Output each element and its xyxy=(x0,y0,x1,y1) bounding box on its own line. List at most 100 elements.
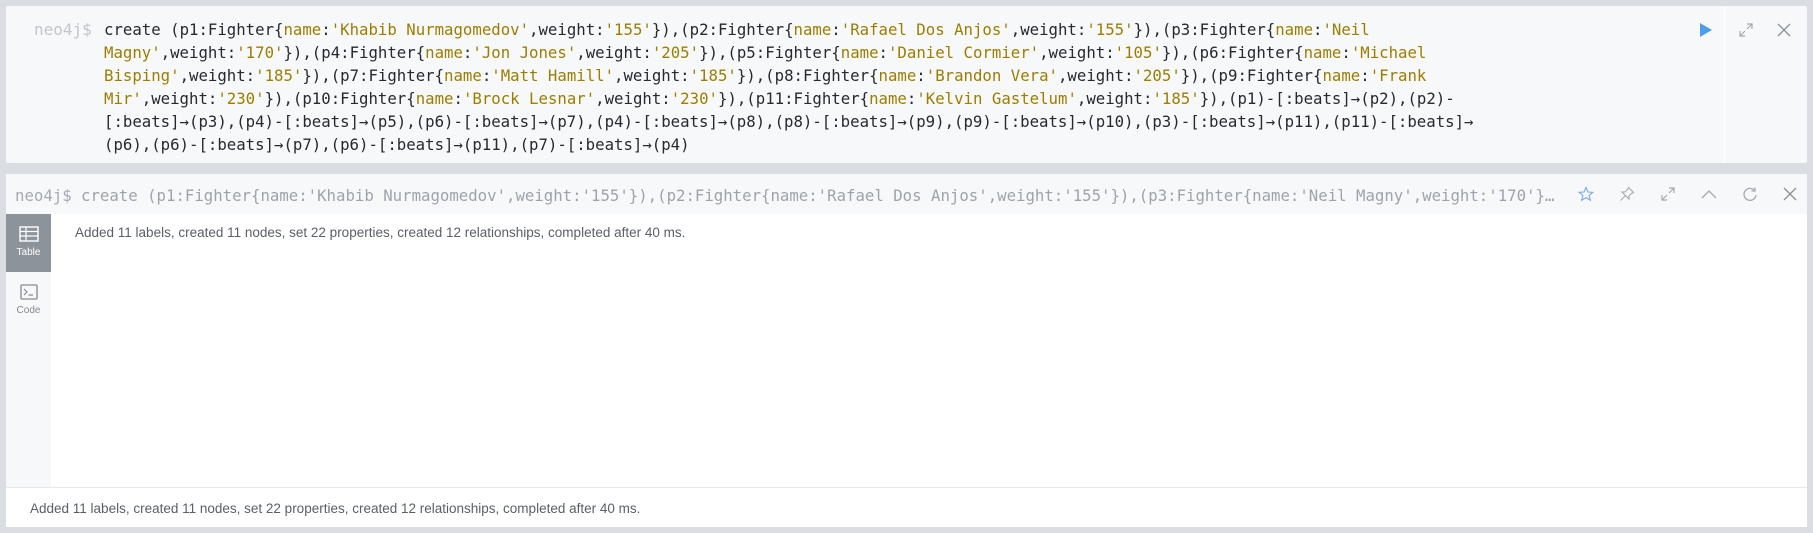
code-token: create xyxy=(104,20,171,39)
star-icon xyxy=(1578,186,1594,202)
code-token: : xyxy=(462,43,473,62)
code-token: '205' xyxy=(1133,66,1181,85)
code-token: [:beats]→(p3),(p4)-[:beats]→(p5),(p6)-[:… xyxy=(104,112,1474,131)
table-view-label: Table xyxy=(16,247,41,258)
code-token: ,weight: xyxy=(141,89,218,108)
code-token: name xyxy=(425,43,463,62)
code-token: '170' xyxy=(236,43,284,62)
code-token: '230' xyxy=(217,89,265,108)
code-token: Magny' xyxy=(104,43,161,62)
code-token: name xyxy=(793,20,832,39)
expand-icon xyxy=(1661,187,1675,201)
table-view-tab[interactable]: Table xyxy=(6,214,51,272)
code-token: }),(p7:Fighter{ xyxy=(302,66,445,85)
code-token: ,weight: xyxy=(529,20,605,39)
code-token: }),(p1)-[:beats]→(p2),(p2)- xyxy=(1199,89,1455,108)
code-view-label: Code xyxy=(16,305,41,316)
code-token: }),(p8:Fighter{ xyxy=(736,66,879,85)
code-token: ,weight: xyxy=(1076,89,1153,108)
status-message: Added 11 labels, created 11 nodes, set 2… xyxy=(30,501,641,516)
code-token: : xyxy=(453,89,463,108)
code-token: ,weight: xyxy=(160,43,237,62)
code-token: '205' xyxy=(651,43,700,62)
editor-line: Mir',weight:'230'}),(p10:Fighter{name:'B… xyxy=(104,87,1704,110)
code-token: name xyxy=(1322,66,1361,85)
code-token: '185' xyxy=(689,66,737,85)
code-token: name xyxy=(869,89,907,108)
editor-prompt: neo4j$ xyxy=(34,20,92,39)
editor-line: Bisping',weight:'185'}),(p7:Fighter{name… xyxy=(104,64,1704,87)
code-token: 'Brandon Vera' xyxy=(925,66,1058,85)
code-token: 'Kelvin Gastelum' xyxy=(916,89,1077,108)
code-token: }),(p5:Fighter{ xyxy=(699,43,841,62)
query-editor[interactable]: neo4j$ create (p1:Fighter{name:'Khabib N… xyxy=(6,6,1807,163)
frame-query-text[interactable]: create (p1:Fighter{name:'Khabib Nurmagom… xyxy=(81,186,1556,205)
close-icon xyxy=(1783,187,1797,201)
editor-close-button[interactable] xyxy=(1774,20,1794,40)
code-token: ,weight: xyxy=(1039,43,1115,62)
code-token: }),(p11:Fighter{ xyxy=(717,89,870,108)
code-token: name xyxy=(840,43,879,62)
code-token: : xyxy=(878,43,888,62)
code-token: ,weight: xyxy=(576,43,652,62)
frame-expand-button[interactable] xyxy=(1658,184,1678,204)
code-token: 'Jon Jones' xyxy=(472,43,577,62)
frame-prompt: neo4j$ xyxy=(15,186,72,205)
pin-button[interactable] xyxy=(1617,184,1637,204)
code-token: name xyxy=(444,66,482,85)
code-token: 'Daniel Cormier' xyxy=(887,43,1040,62)
code-token: : xyxy=(321,20,331,39)
code-token: '185' xyxy=(1152,89,1200,108)
code-token: }),(p2:Fighter{ xyxy=(651,20,794,39)
chevron-up-icon xyxy=(1701,190,1717,199)
frame-close-button[interactable] xyxy=(1780,184,1800,204)
code-token: 'Frank xyxy=(1369,66,1427,85)
code-token: ,weight: xyxy=(614,66,690,85)
editor-line: [:beats]→(p3),(p4)-[:beats]→(p5),(p6)-[:… xyxy=(104,110,1704,133)
code-token: }),(p10:Fighter{ xyxy=(264,89,416,108)
code-token: 'Rafael Dos Anjos' xyxy=(840,20,1011,39)
editor-line: (p6),(p6)-[:beats]→(p7),(p6)-[:beats]→(p… xyxy=(104,133,1704,156)
code-token: ,weight: xyxy=(595,89,671,108)
code-token: 'Brock Lesnar' xyxy=(462,89,596,108)
code-terminal-icon xyxy=(19,284,38,300)
code-token: name xyxy=(878,66,917,85)
code-token: Bisping' xyxy=(104,66,180,85)
favorite-button[interactable] xyxy=(1576,184,1596,204)
close-icon xyxy=(1777,23,1791,37)
code-token: '105' xyxy=(1114,43,1162,62)
code-token: '155' xyxy=(1086,20,1134,39)
rerun-button[interactable] xyxy=(1740,184,1760,204)
editor-scroll-divider xyxy=(1724,6,1725,163)
code-token: }),(p3:Fighter{ xyxy=(1133,20,1276,39)
pin-icon xyxy=(1620,186,1635,201)
code-token: name xyxy=(1275,20,1314,39)
table-icon xyxy=(18,226,39,242)
code-token: name xyxy=(283,20,322,39)
code-token: : xyxy=(1360,66,1370,85)
code-view-tab[interactable]: Code xyxy=(6,272,51,330)
code-token: 'Michael xyxy=(1350,43,1427,62)
editor-expand-button[interactable] xyxy=(1736,20,1756,40)
code-token: '230' xyxy=(670,89,718,108)
expand-icon xyxy=(1739,23,1753,37)
frame-header: neo4j$ create (p1:Fighter{name:'Khabib N… xyxy=(6,174,1807,214)
play-icon xyxy=(1700,23,1712,37)
code-token: : xyxy=(831,20,841,39)
code-token: (p6),(p6)-[:beats]→(p7),(p6)-[:beats]→(p… xyxy=(104,135,690,154)
code-token: : xyxy=(481,66,492,85)
frame-sidebar: Table Code xyxy=(6,214,51,487)
code-token: '155' xyxy=(604,20,652,39)
editor-line: create (p1:Fighter{name:'Khabib Nurmagom… xyxy=(104,18,1704,41)
code-token: }),(p9:Fighter{ xyxy=(1180,66,1323,85)
editor-line: Magny',weight:'170'}),(p4:Fighter{name:'… xyxy=(104,41,1704,64)
editor-code[interactable]: create (p1:Fighter{name:'Khabib Nurmagom… xyxy=(104,18,1704,156)
code-token: 'Khabib Nurmagomedov' xyxy=(330,20,530,39)
code-token: Mir' xyxy=(104,89,142,108)
code-token: 'Neil xyxy=(1322,20,1370,39)
run-query-button[interactable] xyxy=(1696,20,1716,40)
code-token: name xyxy=(415,89,454,108)
collapse-button[interactable] xyxy=(1699,184,1719,204)
code-token: }),(p6:Fighter{ xyxy=(1161,43,1304,62)
code-token: (p1:Fighter{ xyxy=(170,20,284,39)
